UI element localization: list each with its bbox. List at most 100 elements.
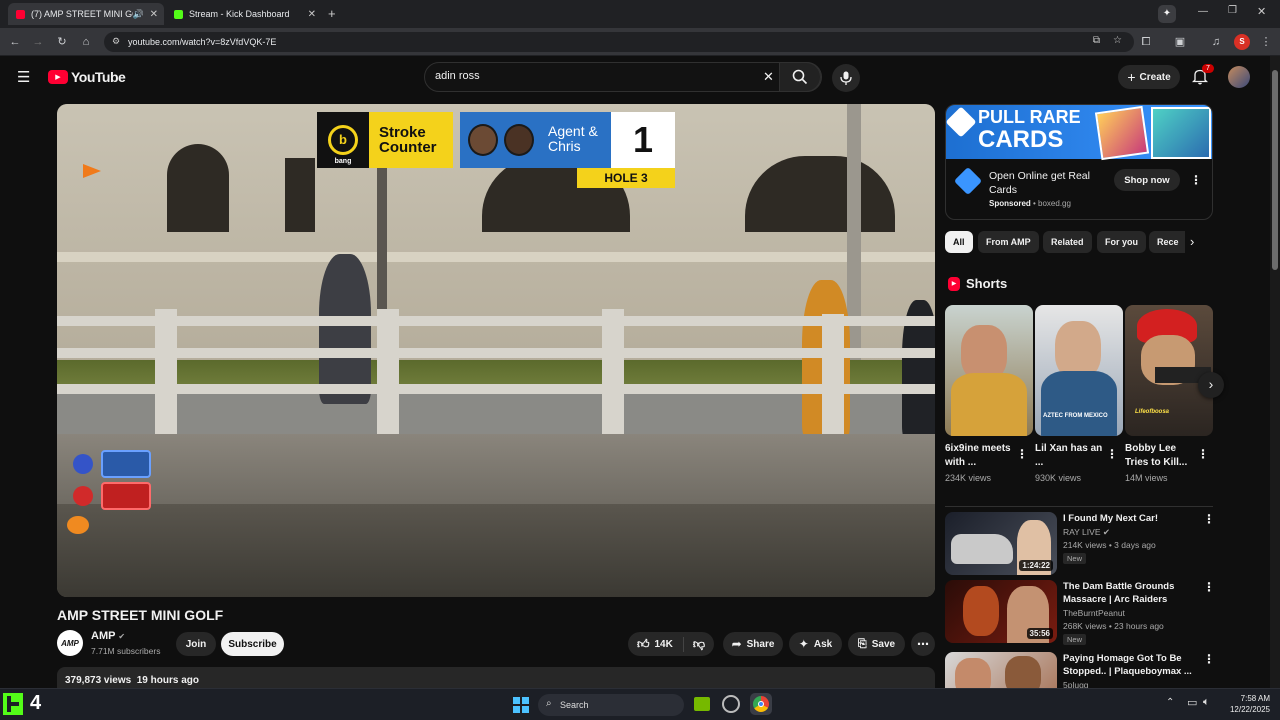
search-button[interactable] (779, 62, 821, 92)
browser-menu-icon[interactable]: ⋮ (1258, 34, 1274, 50)
clear-search-icon[interactable]: ✕ (763, 69, 774, 85)
shorts-next-button[interactable]: › (1198, 372, 1224, 398)
red-team-badge (101, 482, 151, 510)
view-count: 379,873 views (65, 675, 132, 686)
tray-expand-icon[interactable]: ⌃ (1166, 697, 1174, 708)
share-button[interactable]: ➦ Share (723, 632, 783, 656)
ad-more-icon[interactable]: ⋮ (1190, 173, 1202, 187)
related-more-icon[interactable]: ⋮ (1203, 652, 1213, 666)
search-input[interactable] (435, 70, 755, 82)
video-frame-railing (57, 316, 935, 326)
related-video-title: The Dam Battle Grounds Massacre | Arc Ra… (1063, 581, 1175, 605)
split-view-icon[interactable]: ▣ (1172, 34, 1188, 50)
network-icon[interactable]: ▭ (1187, 696, 1197, 709)
related-video-item[interactable]: 35:56 The Dam Battle Grounds Massacre | … (945, 580, 1215, 646)
ad-banner-image: PULL RARE CARDS (946, 105, 1212, 161)
video-frame-shadow (57, 504, 935, 597)
close-window-icon[interactable]: ✕ (1257, 5, 1266, 18)
tab-kick-dashboard[interactable]: Stream - Kick Dashboard ✕ (166, 3, 322, 25)
bookmark-star-icon[interactable]: ☆ (1113, 35, 1122, 46)
close-tab-icon[interactable]: ✕ (150, 9, 158, 20)
taskbar-clock[interactable]: 7:58 AM 12/22/2025 (1216, 693, 1270, 715)
save-bookmark-icon: ⎘ (857, 637, 867, 650)
back-icon[interactable]: ← (7, 34, 23, 50)
chip-all[interactable]: All (945, 231, 973, 253)
volume-icon[interactable]: 🔈︎ (1203, 696, 1210, 709)
chip-from-amp[interactable]: From AMP (978, 231, 1039, 253)
ad-banner-line1: PULL RARE (978, 107, 1081, 127)
bang-logo-text: bang (334, 158, 352, 165)
related-video-title: Paying Homage Got To Be Stopped.. | Plaq… (1063, 653, 1192, 677)
related-video-item[interactable]: 1:24:22 I Found My Next Car! RAY LIVE ✔ … (945, 512, 1215, 578)
cast-icon[interactable]: ⧉ (1093, 35, 1100, 46)
share-label: Share (746, 638, 775, 650)
video-frame-railing-post (377, 309, 399, 434)
voice-search-button[interactable] (832, 64, 860, 92)
notifications-button[interactable]: 7 (1191, 64, 1214, 90)
team-name: Agent & Chris (460, 112, 611, 168)
clock-date: 12/22/2025 (1229, 705, 1270, 714)
chip-related[interactable]: Related (1043, 231, 1092, 253)
forward-icon[interactable]: → (30, 34, 46, 50)
youtube-logo[interactable]: ▶ YouTube (48, 69, 126, 85)
shop-now-button[interactable]: Shop now (1114, 169, 1180, 191)
related-video-item[interactable]: Paying Homage Got To Be Stopped.. | Plaq… (945, 652, 1213, 688)
short-thumbnail: AZTEC FROM MEXICO (1035, 305, 1123, 436)
speaker-icon[interactable]: 🔊 (133, 9, 144, 20)
sponsored-ad-card[interactable]: PULL RARE CARDS Open Online get Real Car… (945, 104, 1213, 220)
taskbar-search-box[interactable]: ⌕ Search (538, 694, 684, 716)
windows-start-icon[interactable] (513, 697, 529, 713)
channel-name[interactable]: AMP ✔ (91, 630, 125, 642)
minimize-icon[interactable]: — (1198, 6, 1208, 17)
more-actions-icon[interactable]: ⋯ (911, 632, 935, 656)
youtube-logo-text: YouTube (71, 69, 126, 85)
account-avatar[interactable] (1228, 66, 1250, 88)
gemini-icon[interactable]: ✦ (1158, 5, 1176, 23)
home-icon[interactable]: ⌂ (78, 34, 94, 50)
chip-recent[interactable]: Rece (1149, 231, 1185, 253)
chip-for-you[interactable]: For you (1097, 231, 1146, 253)
nvidia-app-icon[interactable] (694, 697, 710, 711)
youtube-favicon-icon (16, 9, 25, 19)
related-more-icon[interactable]: ⋮ (1203, 512, 1215, 526)
create-button[interactable]: + Create (1118, 65, 1180, 89)
save-button[interactable]: ⎘ Save (848, 632, 905, 656)
thumb-figure (963, 586, 999, 636)
related-channel-name: RAY LIVE ✔ (1063, 527, 1110, 538)
chips-next-icon[interactable]: › (1190, 234, 1194, 249)
join-button[interactable]: Join (176, 632, 216, 656)
channel-avatar[interactable]: AMP (57, 630, 83, 656)
thumb-person (1005, 656, 1041, 688)
site-info-icon[interactable]: ⚙ (112, 36, 120, 47)
ask-button[interactable]: ✦ Ask (789, 632, 842, 656)
video-frame-person (319, 254, 371, 404)
new-badge: New (1063, 634, 1087, 645)
restore-icon[interactable]: ❐ (1228, 5, 1237, 16)
new-tab-icon[interactable]: + (328, 6, 336, 21)
kick-app-icon[interactable] (3, 693, 23, 715)
obs-app-icon[interactable] (722, 695, 740, 713)
short-more-icon[interactable]: ⋮ (1106, 447, 1118, 461)
media-controls-icon[interactable]: ♫ (1208, 34, 1224, 50)
video-player[interactable]: b bang Stroke Counter Agent & Chris 1 HO… (57, 104, 935, 597)
like-button[interactable]: 👍︎ 14K (637, 636, 684, 652)
thumbs-down-icon[interactable]: 👎︎ (689, 637, 705, 652)
video-frame-railing (57, 384, 935, 394)
profile-avatar[interactable]: S (1234, 34, 1250, 50)
tab-youtube[interactable]: (7) AMP STREET MINI GOLF 🔊 ✕ (8, 3, 164, 25)
address-bar[interactable]: ⚙ youtube.com/watch?v=8zVfdVQK-7E ⧉ ☆ (104, 32, 1134, 52)
short-more-icon[interactable]: ⋮ (1197, 447, 1209, 461)
page-scrollbar[interactable] (1270, 56, 1280, 688)
extensions-icon[interactable]: ⧠ (1138, 34, 1154, 50)
scrollbar-thumb[interactable] (1272, 70, 1278, 270)
short-more-icon[interactable]: ⋮ (1016, 447, 1028, 461)
short-views: 14M views (1125, 473, 1168, 483)
related-more-icon[interactable]: ⋮ (1203, 580, 1215, 594)
taskbar-search-icon: ⌕ (546, 698, 552, 709)
chrome-app-container[interactable] (750, 693, 772, 715)
reload-icon[interactable]: ↻ (54, 34, 70, 50)
related-video-meta: 214K views • 3 days ago (1063, 540, 1156, 550)
hamburger-menu-icon[interactable]: ☰ (17, 68, 30, 86)
close-tab-icon[interactable]: ✕ (308, 9, 316, 20)
subscribe-button[interactable]: Subscribe (221, 632, 284, 656)
